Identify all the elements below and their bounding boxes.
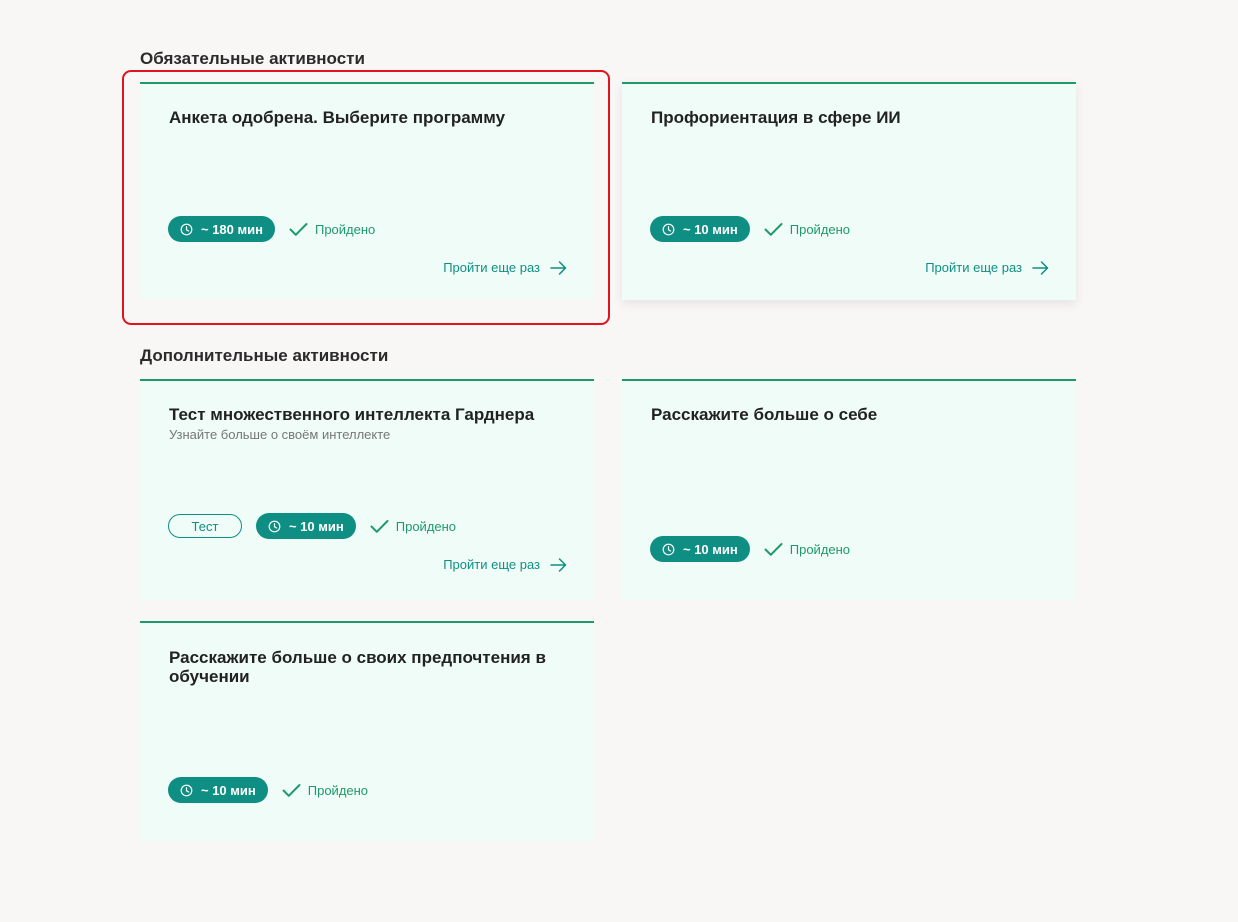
duration-badge: ~ 10 мин: [650, 216, 750, 242]
status-badge: Пройдено: [764, 222, 850, 237]
status-badge: Пройдено: [289, 222, 375, 237]
card-badges: ~ 10 мин Пройдено: [650, 216, 850, 242]
status-badge: Пройдено: [764, 542, 850, 557]
activity-card-learning-preferences[interactable]: Расскажите больше о своих предпочтения в…: [140, 621, 594, 841]
status-text: Пройдено: [789, 221, 851, 237]
check-icon: [764, 222, 783, 236]
status-badge: Пройдено: [282, 783, 368, 798]
duration-text: ~ 180 мин: [201, 221, 263, 237]
card-title: Расскажите больше о себе: [651, 405, 878, 424]
retry-link[interactable]: Пройти еще раз: [925, 260, 1049, 275]
status-text: Пройдено: [314, 221, 376, 237]
check-icon: [764, 542, 783, 556]
card-badges: Тест ~ 10 мин Пройдено: [168, 513, 456, 539]
section-title-additional: Дополнительные активности: [140, 346, 389, 365]
activity-card-questionnaire[interactable]: Анкета одобрена. Выберите программу ~ 18…: [140, 82, 594, 300]
retry-link[interactable]: Пройти еще раз: [443, 557, 567, 572]
duration-text: ~ 10 мин: [289, 518, 344, 534]
status-text: Пройдено: [307, 782, 369, 798]
clock-icon: [268, 520, 281, 532]
duration-text: ~ 10 мин: [683, 541, 738, 557]
duration-badge: ~ 10 мин: [256, 513, 356, 539]
retry-label: Пройти еще раз: [925, 260, 1022, 275]
status-badge: Пройдено: [370, 519, 456, 534]
duration-text: ~ 10 мин: [683, 221, 738, 237]
status-text: Пройдено: [789, 541, 851, 557]
card-badges: ~ 10 мин Пройдено: [168, 777, 368, 803]
card-title: Тест множественного интеллекта Гарднера: [169, 405, 535, 424]
card-subtitle: Узнайте больше о своём интеллекте: [169, 427, 391, 442]
clock-icon: [180, 784, 193, 796]
card-title: Профориентация в сфере ИИ: [651, 108, 901, 127]
check-icon: [370, 519, 389, 533]
activity-card-about-me[interactable]: Расскажите больше о себе ~ 10 мин Пройде…: [622, 379, 1076, 600]
card-badges: ~ 180 мин Пройдено: [168, 216, 375, 242]
duration-badge: ~ 10 мин: [650, 536, 750, 562]
clock-icon: [662, 543, 675, 555]
check-icon: [282, 783, 301, 797]
check-icon: [289, 222, 308, 236]
clock-icon: [662, 223, 675, 235]
duration-text: ~ 10 мин: [201, 782, 256, 798]
arrow-right-icon: [1032, 260, 1049, 275]
duration-badge: ~ 180 мин: [168, 216, 275, 242]
section-title-mandatory: Обязательные активности: [140, 49, 365, 68]
arrow-right-icon: [550, 557, 567, 572]
clock-icon: [180, 223, 193, 235]
retry-label: Пройти еще раз: [443, 260, 540, 275]
activity-card-gardner-test[interactable]: Тест множественного интеллекта Гарднера …: [140, 379, 594, 600]
card-title: Расскажите больше о своих предпочтения в…: [169, 648, 546, 686]
retry-link[interactable]: Пройти еще раз: [443, 260, 567, 275]
status-text: Пройдено: [395, 518, 457, 534]
activity-card-ai-career[interactable]: Профориентация в сфере ИИ ~ 10 мин Пройд…: [622, 82, 1076, 300]
duration-badge: ~ 10 мин: [168, 777, 268, 803]
retry-label: Пройти еще раз: [443, 557, 540, 572]
card-title: Анкета одобрена. Выберите программу: [169, 108, 506, 127]
type-tag: Тест: [168, 514, 242, 538]
card-badges: ~ 10 мин Пройдено: [650, 536, 850, 562]
arrow-right-icon: [550, 260, 567, 275]
